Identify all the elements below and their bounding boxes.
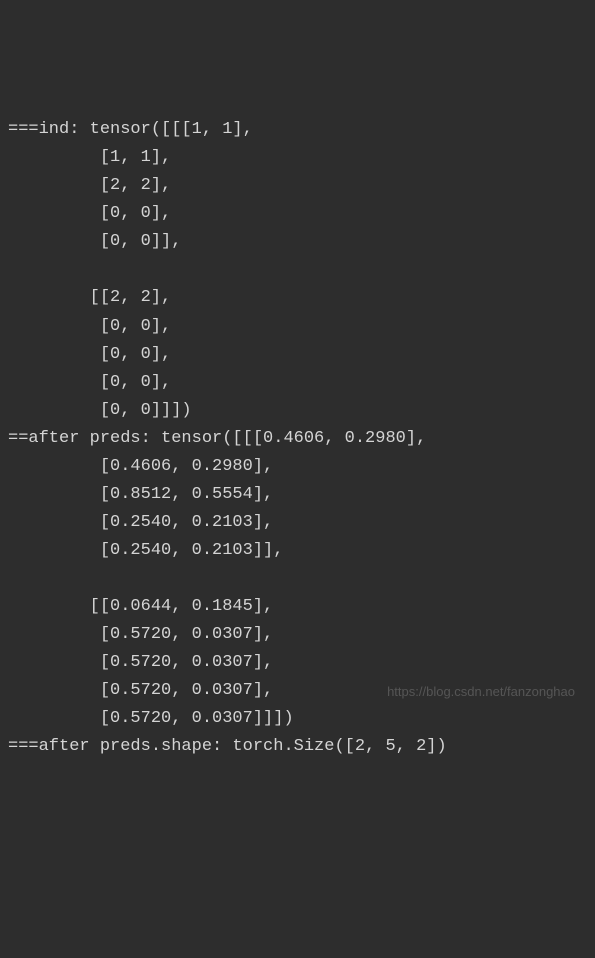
- output-line: [0.2540, 0.2103]],: [8, 541, 283, 560]
- console-output: ===ind: tensor([[[1, 1], [1, 1], [2, 2],…: [8, 116, 587, 761]
- output-line: [[2, 2],: [8, 288, 171, 307]
- watermark-text: https://blog.csdn.net/fanzonghao: [387, 681, 575, 702]
- output-line: ===ind: tensor([[[1, 1],: [8, 120, 253, 139]
- output-line: [0.5720, 0.0307],: [8, 625, 273, 644]
- output-line: ===after preds.shape: torch.Size([2, 5, …: [8, 737, 447, 756]
- output-line: [0.4606, 0.2980],: [8, 457, 273, 476]
- output-line: [0, 0],: [8, 345, 171, 364]
- output-line: [0.2540, 0.2103],: [8, 513, 273, 532]
- output-line: [0, 0]],: [8, 232, 181, 251]
- output-line: [0.5720, 0.0307]]]): [8, 709, 294, 728]
- output-line: [0.5720, 0.0307],: [8, 681, 273, 700]
- output-line: [2, 2],: [8, 176, 171, 195]
- output-line: [0.8512, 0.5554],: [8, 485, 273, 504]
- output-line: [0, 0]]]): [8, 401, 192, 420]
- output-line: [0, 0],: [8, 317, 171, 336]
- output-line: [[0.0644, 0.1845],: [8, 597, 273, 616]
- output-line: ==after preds: tensor([[[0.4606, 0.2980]…: [8, 429, 426, 448]
- output-line: [0.5720, 0.0307],: [8, 653, 273, 672]
- output-line: [1, 1],: [8, 148, 171, 167]
- output-line: [0, 0],: [8, 204, 171, 223]
- output-line: [0, 0],: [8, 373, 171, 392]
